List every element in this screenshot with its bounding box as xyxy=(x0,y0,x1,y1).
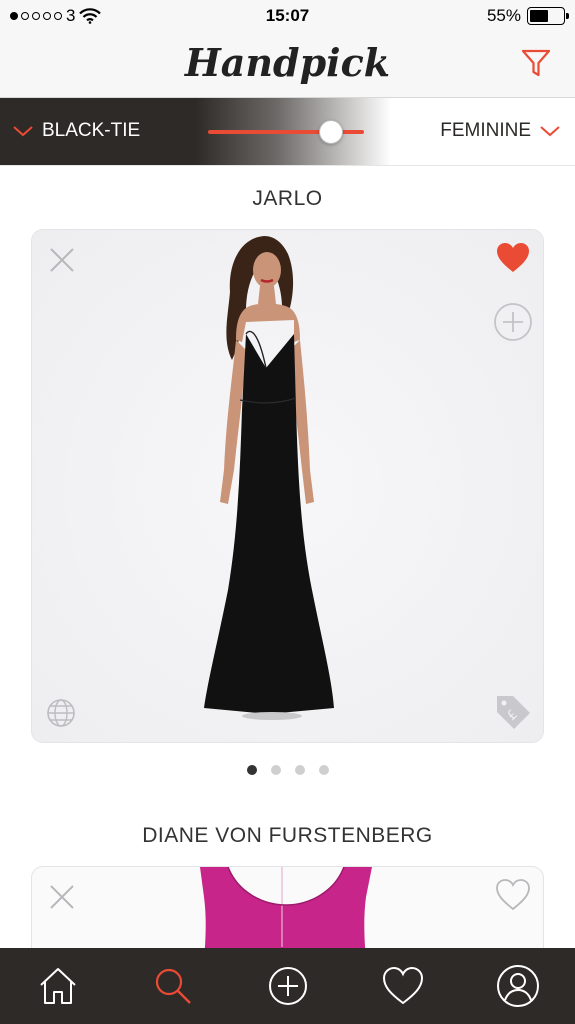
price-tag-icon[interactable]: £ xyxy=(493,692,533,732)
tab-favorites[interactable] xyxy=(373,956,433,1016)
product-brand: JARLO xyxy=(252,187,323,210)
tab-bar xyxy=(0,948,575,1024)
page-dot[interactable] xyxy=(294,765,305,775)
occasion-label: BLACK-TIE xyxy=(42,120,141,141)
battery-indicator: 55% xyxy=(486,6,569,26)
tab-search[interactable] xyxy=(143,956,203,1016)
style-label: FEMININE xyxy=(440,120,531,141)
product-brand: DIANE VON FURSTENBERG xyxy=(142,824,433,847)
tab-add[interactable] xyxy=(258,956,318,1016)
chevron-down-icon xyxy=(13,126,33,137)
image-pagination xyxy=(0,765,575,775)
chevron-down-icon xyxy=(540,126,560,137)
battery-icon xyxy=(527,7,569,25)
page-dot[interactable] xyxy=(270,765,281,775)
app-logo: Handpick xyxy=(184,40,391,85)
slider-knob[interactable] xyxy=(319,120,343,144)
add-to-wardrobe-icon[interactable] xyxy=(493,302,533,342)
globe-icon[interactable] xyxy=(46,698,76,728)
product-card[interactable]: £ xyxy=(31,229,544,743)
product-image[interactable] xyxy=(32,230,544,743)
add-icon xyxy=(268,967,307,1005)
filter-icon[interactable] xyxy=(519,46,553,80)
dismiss-icon[interactable] xyxy=(48,883,76,911)
occasion-dropdown[interactable]: BLACK-TIE xyxy=(12,120,140,142)
heart-outline-icon[interactable] xyxy=(495,879,531,911)
profile-icon xyxy=(496,965,539,1007)
heart-icon xyxy=(382,966,423,1005)
nav-bar: Handpick xyxy=(0,32,575,98)
page-dot[interactable] xyxy=(318,765,329,775)
home-icon xyxy=(39,968,76,1004)
status-bar: 3 15:07 55% xyxy=(0,0,575,32)
style-dropdown[interactable]: FEMININE xyxy=(440,120,561,142)
dismiss-icon[interactable] xyxy=(48,246,76,274)
tab-profile[interactable] xyxy=(488,956,548,1016)
tab-home[interactable] xyxy=(28,956,88,1016)
heart-filled-icon[interactable] xyxy=(495,242,531,274)
battery-percent: 55% xyxy=(486,6,521,25)
page-dot[interactable] xyxy=(246,765,257,775)
search-icon xyxy=(155,968,191,1004)
style-slider[interactable] xyxy=(208,120,364,144)
